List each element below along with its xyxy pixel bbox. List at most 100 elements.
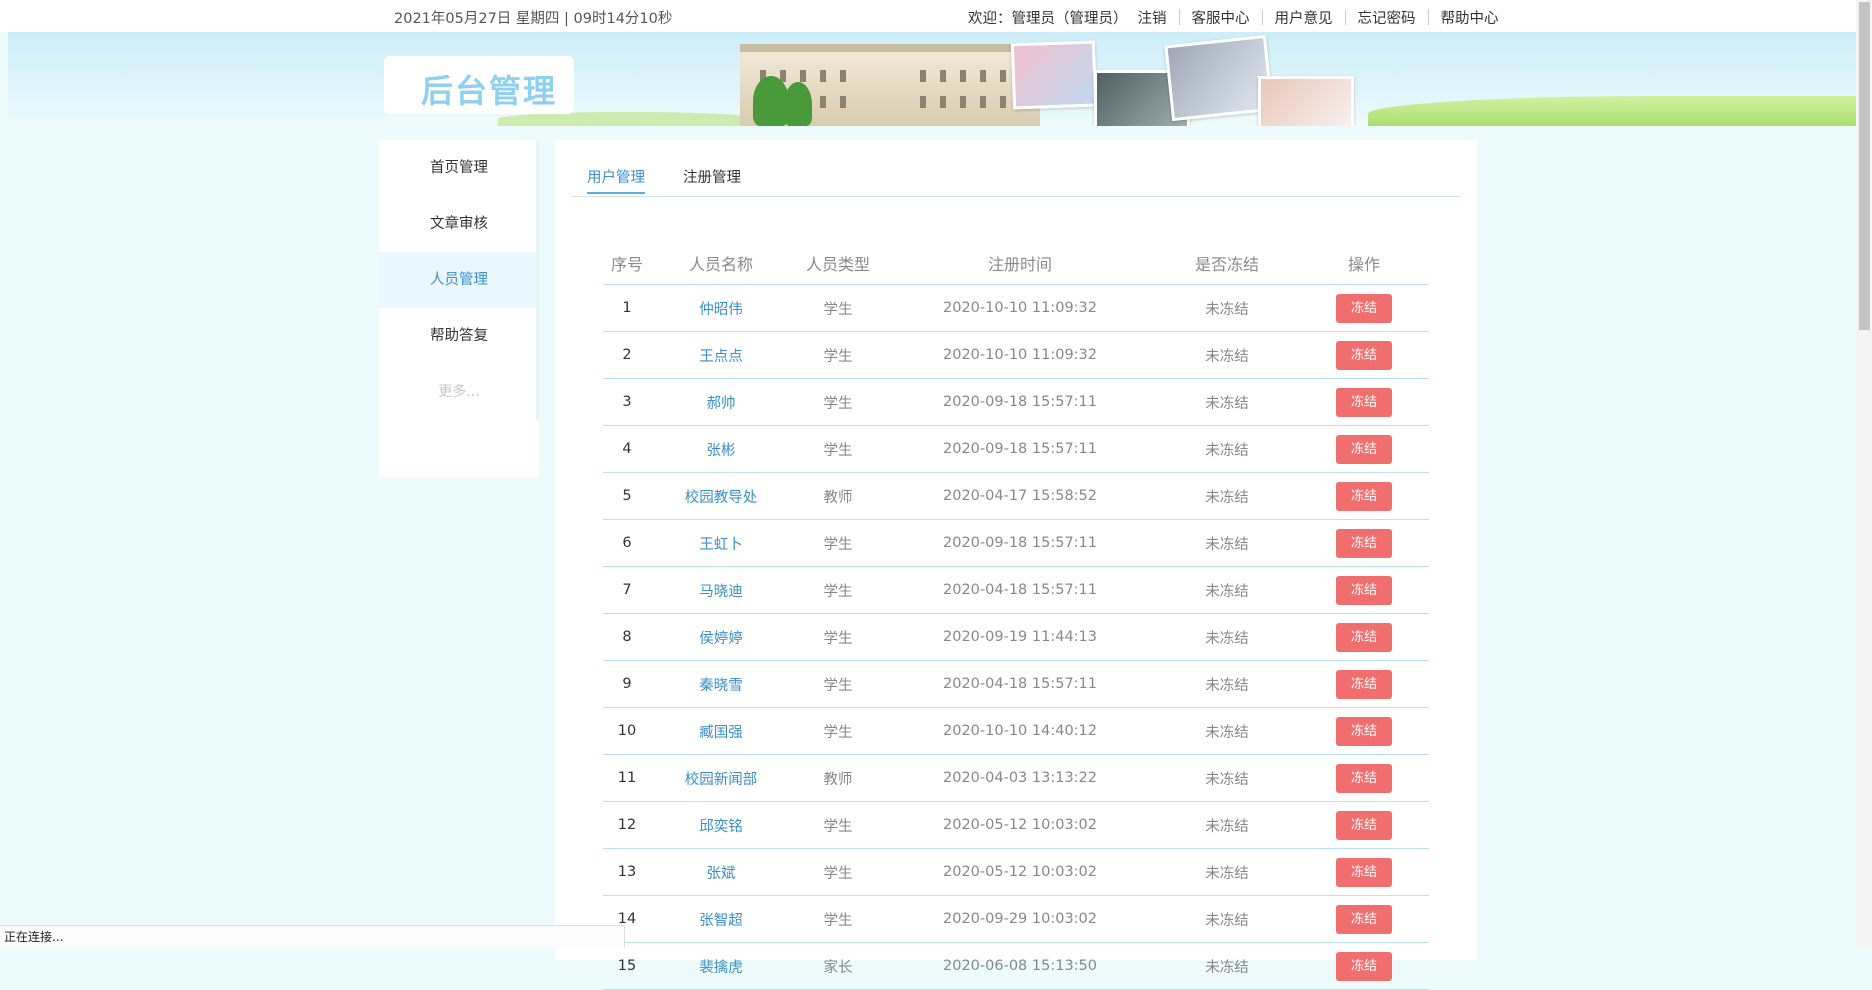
tab-user-management[interactable]: 用户管理 bbox=[587, 166, 645, 194]
action-cell: 冻结 bbox=[1299, 754, 1429, 802]
freeze-button[interactable]: 冻结 bbox=[1336, 669, 1392, 699]
column-header-frozen-status: 是否冻结 bbox=[1155, 242, 1299, 285]
table-row: 14 张智超 学生 2020-09-29 10:03:02 未冻结 冻结 bbox=[603, 895, 1429, 943]
table-row: 3 郝帅 学生 2020-09-18 15:57:11 未冻结 冻结 bbox=[603, 378, 1429, 426]
help-center-link[interactable]: 帮助中心 bbox=[1441, 7, 1499, 28]
frozen-status: 未冻结 bbox=[1155, 425, 1299, 473]
person-type: 学生 bbox=[791, 566, 885, 614]
person-type: 学生 bbox=[791, 613, 885, 661]
person-name-link[interactable]: 秦晓雪 bbox=[651, 660, 791, 708]
table-row: 6 王虹卜 学生 2020-09-18 15:57:11 未冻结 冻结 bbox=[603, 519, 1429, 567]
person-name-link[interactable]: 张智超 bbox=[651, 895, 791, 943]
frozen-status: 未冻结 bbox=[1155, 848, 1299, 896]
freeze-button[interactable]: 冻结 bbox=[1336, 716, 1392, 746]
user-feedback-link[interactable]: 用户意见 bbox=[1275, 7, 1333, 28]
child-photo bbox=[1258, 76, 1354, 126]
frozen-status: 未冻结 bbox=[1155, 754, 1299, 802]
action-cell: 冻结 bbox=[1299, 895, 1429, 943]
sidebar-item-more[interactable]: 更多... bbox=[379, 364, 539, 420]
person-type: 学生 bbox=[791, 519, 885, 567]
frozen-status: 未冻结 bbox=[1155, 378, 1299, 426]
tab-registration-management[interactable]: 注册管理 bbox=[683, 166, 741, 187]
top-bar: 2021年05月27日 星期四 | 09时14分10秒 欢迎：管理员（管理员） … bbox=[0, 0, 1872, 32]
freeze-button[interactable]: 冻结 bbox=[1336, 763, 1392, 793]
person-type: 学生 bbox=[791, 848, 885, 896]
register-time: 2020-04-18 15:57:11 bbox=[885, 566, 1155, 614]
action-cell: 冻结 bbox=[1299, 566, 1429, 614]
action-cell: 冻结 bbox=[1299, 707, 1429, 755]
freeze-button[interactable]: 冻结 bbox=[1336, 622, 1392, 652]
freeze-button[interactable]: 冻结 bbox=[1336, 857, 1392, 887]
person-name-link[interactable]: 郝帅 bbox=[651, 378, 791, 426]
row-index: 2 bbox=[603, 331, 651, 379]
table-row: 9 秦晓雪 学生 2020-04-18 15:57:11 未冻结 冻结 bbox=[603, 660, 1429, 708]
person-type: 家长 bbox=[791, 942, 885, 990]
person-name-link[interactable]: 校园教导处 bbox=[651, 472, 791, 520]
divider bbox=[1344, 9, 1346, 25]
register-time: 2020-09-29 10:03:02 bbox=[885, 895, 1155, 943]
tree-icon bbox=[784, 82, 812, 126]
person-type: 学生 bbox=[791, 284, 885, 332]
page-scrollbar[interactable] bbox=[1856, 0, 1872, 947]
sidebar-item-article-review[interactable]: 文章审核 bbox=[379, 196, 539, 252]
register-time: 2020-05-12 10:03:02 bbox=[885, 848, 1155, 896]
person-name-link[interactable]: 马晓迪 bbox=[651, 566, 791, 614]
freeze-button[interactable]: 冻结 bbox=[1336, 340, 1392, 370]
person-name-link[interactable]: 臧国强 bbox=[651, 707, 791, 755]
freeze-button[interactable]: 冻结 bbox=[1336, 951, 1392, 981]
freeze-button[interactable]: 冻结 bbox=[1336, 528, 1392, 558]
table-row: 2 王点点 学生 2020-10-10 11:09:32 未冻结 冻结 bbox=[603, 331, 1429, 379]
sidebar-item-home-management[interactable]: 首页管理 bbox=[379, 140, 539, 196]
freeze-button[interactable]: 冻结 bbox=[1336, 575, 1392, 605]
table-row: 1 仲昭伟 学生 2020-10-10 11:09:32 未冻结 冻结 bbox=[603, 284, 1429, 332]
forgot-password-link[interactable]: 忘记密码 bbox=[1358, 7, 1416, 28]
register-time: 2020-09-18 15:57:11 bbox=[885, 425, 1155, 473]
person-name-link[interactable]: 校园新闻部 bbox=[651, 754, 791, 802]
row-index: 8 bbox=[603, 613, 651, 661]
frozen-status: 未冻结 bbox=[1155, 613, 1299, 661]
divider bbox=[1178, 9, 1180, 25]
action-cell: 冻结 bbox=[1299, 801, 1429, 849]
freeze-button[interactable]: 冻结 bbox=[1336, 293, 1392, 323]
person-name-link[interactable]: 王虹卜 bbox=[651, 519, 791, 567]
frozen-status: 未冻结 bbox=[1155, 942, 1299, 990]
banner-grass bbox=[498, 112, 758, 126]
person-type: 学生 bbox=[791, 707, 885, 755]
freeze-button[interactable]: 冻结 bbox=[1336, 387, 1392, 417]
logout-link[interactable]: 注销 bbox=[1138, 7, 1167, 28]
person-type: 学生 bbox=[791, 331, 885, 379]
register-time: 2020-10-10 11:09:32 bbox=[885, 284, 1155, 332]
row-index: 3 bbox=[603, 378, 651, 426]
table-row: 5 校园教导处 教师 2020-04-17 15:58:52 未冻结 冻结 bbox=[603, 472, 1429, 520]
row-index: 1 bbox=[603, 284, 651, 332]
sidebar-item-personnel-management[interactable]: 人员管理 bbox=[379, 252, 539, 308]
register-time: 2020-04-18 15:57:11 bbox=[885, 660, 1155, 708]
person-name-link[interactable]: 仲昭伟 bbox=[651, 284, 791, 332]
action-cell: 冻结 bbox=[1299, 613, 1429, 661]
person-name-link[interactable]: 王点点 bbox=[651, 331, 791, 379]
sidebar-item-help-reply[interactable]: 帮助答复 bbox=[379, 308, 539, 364]
person-type: 教师 bbox=[791, 472, 885, 520]
register-time: 2020-04-03 13:13:22 bbox=[885, 754, 1155, 802]
freeze-button[interactable]: 冻结 bbox=[1336, 434, 1392, 464]
person-name-link[interactable]: 张斌 bbox=[651, 848, 791, 896]
person-name-link[interactable]: 张彬 bbox=[651, 425, 791, 473]
column-header-action: 操作 bbox=[1299, 242, 1429, 285]
customer-service-link[interactable]: 客服中心 bbox=[1192, 7, 1250, 28]
action-cell: 冻结 bbox=[1299, 660, 1429, 708]
row-index: 6 bbox=[603, 519, 651, 567]
divider bbox=[1427, 9, 1429, 25]
person-type: 学生 bbox=[791, 378, 885, 426]
banner-grass bbox=[1368, 96, 1856, 126]
freeze-button[interactable]: 冻结 bbox=[1336, 481, 1392, 511]
table-row: 10 臧国强 学生 2020-10-10 14:40:12 未冻结 冻结 bbox=[603, 707, 1429, 755]
freeze-button[interactable]: 冻结 bbox=[1336, 810, 1392, 840]
row-index: 12 bbox=[603, 801, 651, 849]
person-name-link[interactable]: 侯婷婷 bbox=[651, 613, 791, 661]
person-name-link[interactable]: 裴擒虎 bbox=[651, 942, 791, 990]
freeze-button[interactable]: 冻结 bbox=[1336, 904, 1392, 934]
frozen-status: 未冻结 bbox=[1155, 660, 1299, 708]
person-name-link[interactable]: 邱奕铭 bbox=[651, 801, 791, 849]
table-row: 8 侯婷婷 学生 2020-09-19 11:44:13 未冻结 冻结 bbox=[603, 613, 1429, 661]
scrollbar-thumb[interactable] bbox=[1859, 2, 1870, 330]
